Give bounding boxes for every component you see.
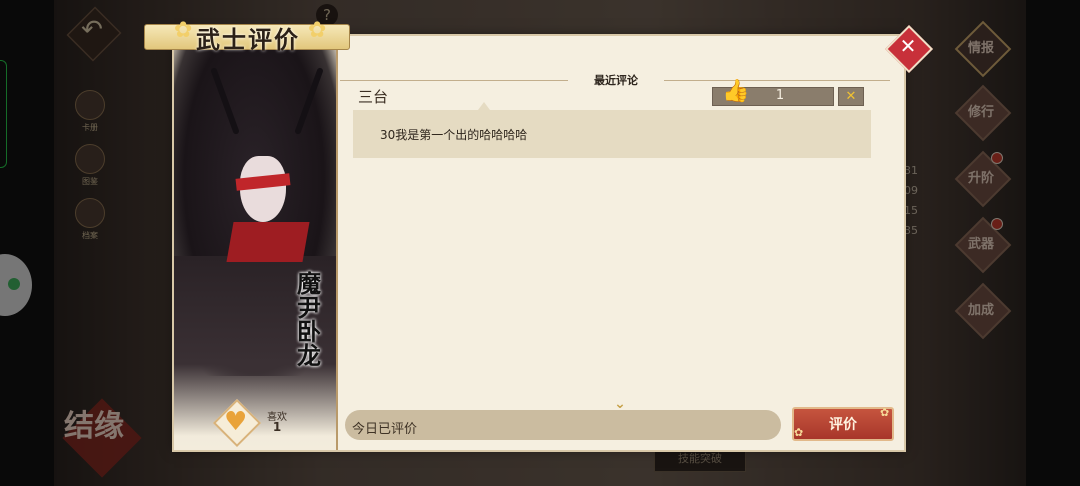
flower-icon: ✿ [880, 406, 890, 419]
heart-icon: ♥ [224, 407, 248, 437]
submit-review-label: 评价 [829, 417, 857, 433]
character-portrait: 魔尹卧龙 ♥ 喜欢 1 [174, 36, 338, 450]
comment-text: 30我是第一个出的哈哈哈哈 [380, 128, 528, 142]
dialog-title: 武士评价 [196, 25, 300, 54]
section-title: 最近评论 [568, 72, 664, 88]
comment-like-count: 1 [775, 88, 785, 103]
close-button[interactable]: ✕ [884, 24, 934, 74]
close-x-icon: ✕ [899, 34, 917, 58]
like-character-button[interactable]: ♥ [212, 398, 262, 448]
like-count: 1 [272, 420, 282, 434]
comment-author: 三台 [358, 88, 389, 106]
portrait-scarf [226, 222, 310, 262]
comment-pointer [478, 102, 490, 110]
flower-icon: ✿ [308, 18, 327, 43]
character-name: 魔尹卧龙 [297, 269, 321, 370]
flower-icon: ✿ [174, 18, 193, 43]
report-x-icon[interactable]: ✕ [838, 87, 864, 106]
comment-input-text: 今日已评价 [352, 422, 418, 437]
flower-icon: ✿ [794, 426, 804, 439]
